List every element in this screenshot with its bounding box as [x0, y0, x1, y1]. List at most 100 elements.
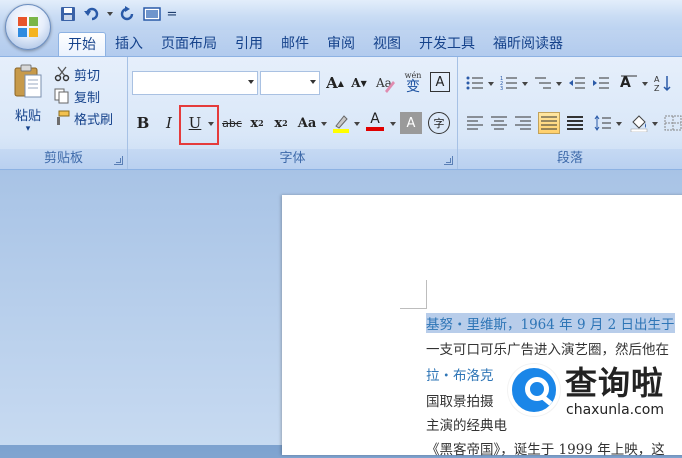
underline-highlight-box — [179, 105, 219, 145]
undo-dropdown-icon[interactable] — [106, 5, 114, 23]
change-case-dropdown-icon[interactable] — [321, 122, 327, 126]
tab-page-layout[interactable]: 页面布局 — [152, 32, 226, 56]
highlight-dropdown-icon[interactable] — [354, 122, 360, 126]
superscript-label: x — [274, 115, 283, 131]
italic-label: I — [166, 114, 172, 132]
sort-button[interactable]: AZ — [652, 72, 674, 94]
borders-button[interactable] — [662, 112, 682, 134]
phonetic-guide-char: 变 — [406, 79, 420, 95]
decrease-indent-icon — [569, 77, 585, 89]
enclose-characters-button[interactable]: 字 — [428, 112, 450, 134]
clipboard-dialog-launcher[interactable] — [114, 156, 123, 165]
svg-text:Z: Z — [654, 84, 660, 92]
strikethrough-button[interactable]: abc — [220, 112, 244, 134]
undo-icon[interactable] — [82, 5, 102, 23]
chinese-layout-button[interactable]: A — [618, 72, 640, 94]
document-line-3[interactable]: 拉・布洛克 — [426, 364, 494, 384]
tab-insert[interactable]: 插入 — [106, 32, 152, 56]
strikethrough-label: abc — [222, 116, 242, 130]
subscript-button[interactable]: x2 — [246, 112, 268, 134]
tab-home[interactable]: 开始 — [58, 32, 106, 56]
chinese-layout-dropdown-icon[interactable] — [642, 82, 648, 86]
font-group-label: 字体 — [128, 149, 457, 169]
document-line-1[interactable]: 基努・里维斯，1964 年 9 月 2 日出生于 — [426, 313, 675, 333]
customize-icon[interactable]: = — [166, 5, 178, 23]
tab-mailings[interactable]: 邮件 — [272, 32, 318, 56]
tab-references[interactable]: 引用 — [226, 32, 272, 56]
document-line-5-text: 主演的经典电 — [426, 418, 507, 434]
paint-bucket-icon — [630, 115, 648, 132]
document-line-4-text: 国取景拍摄 — [426, 394, 494, 410]
multilevel-list-dropdown-icon[interactable] — [556, 82, 562, 86]
font-color-dropdown-icon[interactable] — [390, 122, 396, 126]
font-size-combo[interactable] — [260, 71, 320, 95]
font-color-button[interactable]: A — [364, 110, 386, 132]
numbering-icon: 123 — [500, 76, 517, 91]
align-right-icon — [515, 116, 531, 130]
distributed-button[interactable] — [564, 112, 586, 134]
justify-icon — [541, 116, 557, 130]
paragraph-group-label: 段落 — [458, 149, 682, 169]
increase-indent-button[interactable] — [590, 72, 612, 94]
change-case-label: Aa — [297, 115, 317, 131]
document-line-6-text: 《黑客帝国》，诞生于 1999 年上映，这 — [426, 442, 665, 458]
shrink-font-button[interactable]: A ▼ — [348, 72, 370, 94]
shading-dropdown-icon[interactable] — [652, 122, 658, 126]
multilevel-list-icon — [535, 77, 551, 89]
clear-format-button[interactable]: Aa — [374, 72, 396, 94]
align-center-button[interactable] — [488, 112, 510, 134]
bullets-dropdown-icon[interactable] — [488, 82, 494, 86]
multilevel-list-button[interactable] — [532, 72, 554, 94]
decrease-indent-button[interactable] — [566, 72, 588, 94]
copy-icon — [54, 88, 69, 104]
document-line-4[interactable]: 国取景拍摄 — [426, 390, 494, 410]
font-size-dropdown-icon[interactable] — [310, 80, 316, 84]
superscript-button[interactable]: x2 — [270, 112, 292, 134]
change-case-button[interactable]: Aa — [294, 112, 320, 134]
bullets-button[interactable] — [464, 72, 486, 94]
justify-button[interactable] — [538, 112, 560, 134]
paste-button[interactable]: 粘贴 ▾ — [6, 61, 50, 139]
line-spacing-dropdown-icon[interactable] — [616, 122, 622, 126]
increase-indent-icon — [593, 77, 609, 89]
font-dialog-launcher[interactable] — [444, 156, 453, 165]
text-highlight-button[interactable] — [330, 112, 352, 134]
print-preview-icon[interactable] — [142, 5, 162, 23]
numbering-button[interactable]: 123 — [498, 72, 520, 94]
bullets-icon — [466, 76, 483, 90]
svg-text:A: A — [654, 75, 660, 84]
document-line-2[interactable]: 一支可口可乐广告进入演艺圈，然后他在 — [426, 338, 669, 358]
document-line-5[interactable]: 主演的经典电 — [426, 414, 507, 434]
clipboard-group-label: 剪贴板 — [0, 149, 127, 169]
redo-icon[interactable] — [118, 5, 138, 23]
phonetic-guide-button[interactable]: wén 变 — [400, 70, 426, 96]
tab-foxit-reader[interactable]: 福昕阅读器 — [484, 32, 572, 56]
paste-dropdown-icon[interactable]: ▾ — [6, 124, 50, 134]
office-button[interactable] — [5, 4, 51, 50]
svg-text:A: A — [620, 75, 631, 91]
font-name-dropdown-icon[interactable] — [248, 80, 254, 84]
character-border-button[interactable]: A — [430, 72, 450, 92]
font-name-combo[interactable] — [132, 71, 258, 95]
numbering-dropdown-icon[interactable] — [522, 82, 528, 86]
italic-button[interactable]: I — [158, 112, 180, 134]
document-line-6[interactable]: 《黑客帝国》，诞生于 1999 年上映，这 — [426, 438, 665, 458]
shading-button[interactable] — [628, 112, 650, 134]
format-painter-button[interactable]: 格式刷 — [54, 107, 113, 129]
tab-developer[interactable]: 开发工具 — [410, 32, 484, 56]
tab-view[interactable]: 视图 — [364, 32, 410, 56]
align-right-button[interactable] — [512, 112, 534, 134]
office-logo-icon — [18, 17, 38, 37]
align-left-button[interactable] — [464, 112, 486, 134]
document-line-3-text: 拉・布洛克 — [426, 368, 494, 384]
save-icon[interactable] — [58, 5, 78, 23]
enclose-characters-label: 字 — [433, 117, 445, 130]
bold-button[interactable]: B — [132, 112, 154, 134]
grow-font-button[interactable]: A ▲ — [324, 72, 346, 94]
tab-review[interactable]: 审阅 — [318, 32, 364, 56]
character-shading-button[interactable]: A — [400, 112, 422, 134]
cut-button[interactable]: 剪切 — [54, 63, 113, 85]
copy-button[interactable]: 复制 — [54, 85, 113, 107]
watermark-subtitle: chaxunla.com — [566, 402, 664, 418]
line-spacing-button[interactable] — [592, 112, 614, 134]
